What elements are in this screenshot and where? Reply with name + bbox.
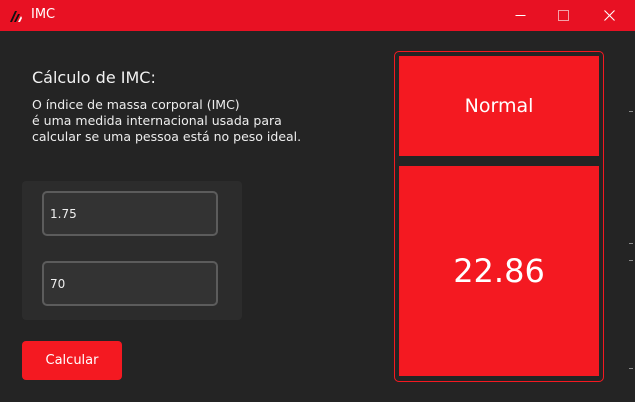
bmi-value-box: 22.86: [399, 166, 599, 376]
bmi-value: 22.86: [453, 252, 545, 290]
edge-mark: [629, 368, 633, 369]
app-window: IMC Cálculo de IMC: O índice de massa co…: [0, 0, 635, 402]
status-box: Normal: [399, 56, 599, 156]
close-icon: [603, 10, 615, 21]
page-title: Cálculo de IMC:: [32, 68, 156, 87]
edge-mark: [629, 243, 633, 244]
edge-mark: [629, 111, 633, 112]
main-content: Cálculo de IMC: O índice de massa corpor…: [0, 31, 635, 402]
input-panel: [22, 181, 242, 320]
app-logo-icon: [9, 9, 23, 23]
weight-input[interactable]: [42, 261, 218, 306]
edge-mark: [629, 260, 633, 261]
maximize-icon: [557, 10, 569, 21]
title-bar[interactable]: IMC: [0, 0, 635, 31]
close-button[interactable]: [586, 0, 632, 31]
calculate-button[interactable]: Calcular: [22, 341, 122, 380]
minimize-button[interactable]: [497, 0, 543, 31]
height-input[interactable]: [42, 191, 218, 236]
minimize-icon: [515, 15, 525, 16]
status-label: Normal: [464, 95, 534, 117]
maximize-button[interactable]: [540, 0, 586, 31]
window-title: IMC: [31, 7, 56, 22]
description-text: O índice de massa corporal (IMC) é uma m…: [32, 97, 302, 144]
